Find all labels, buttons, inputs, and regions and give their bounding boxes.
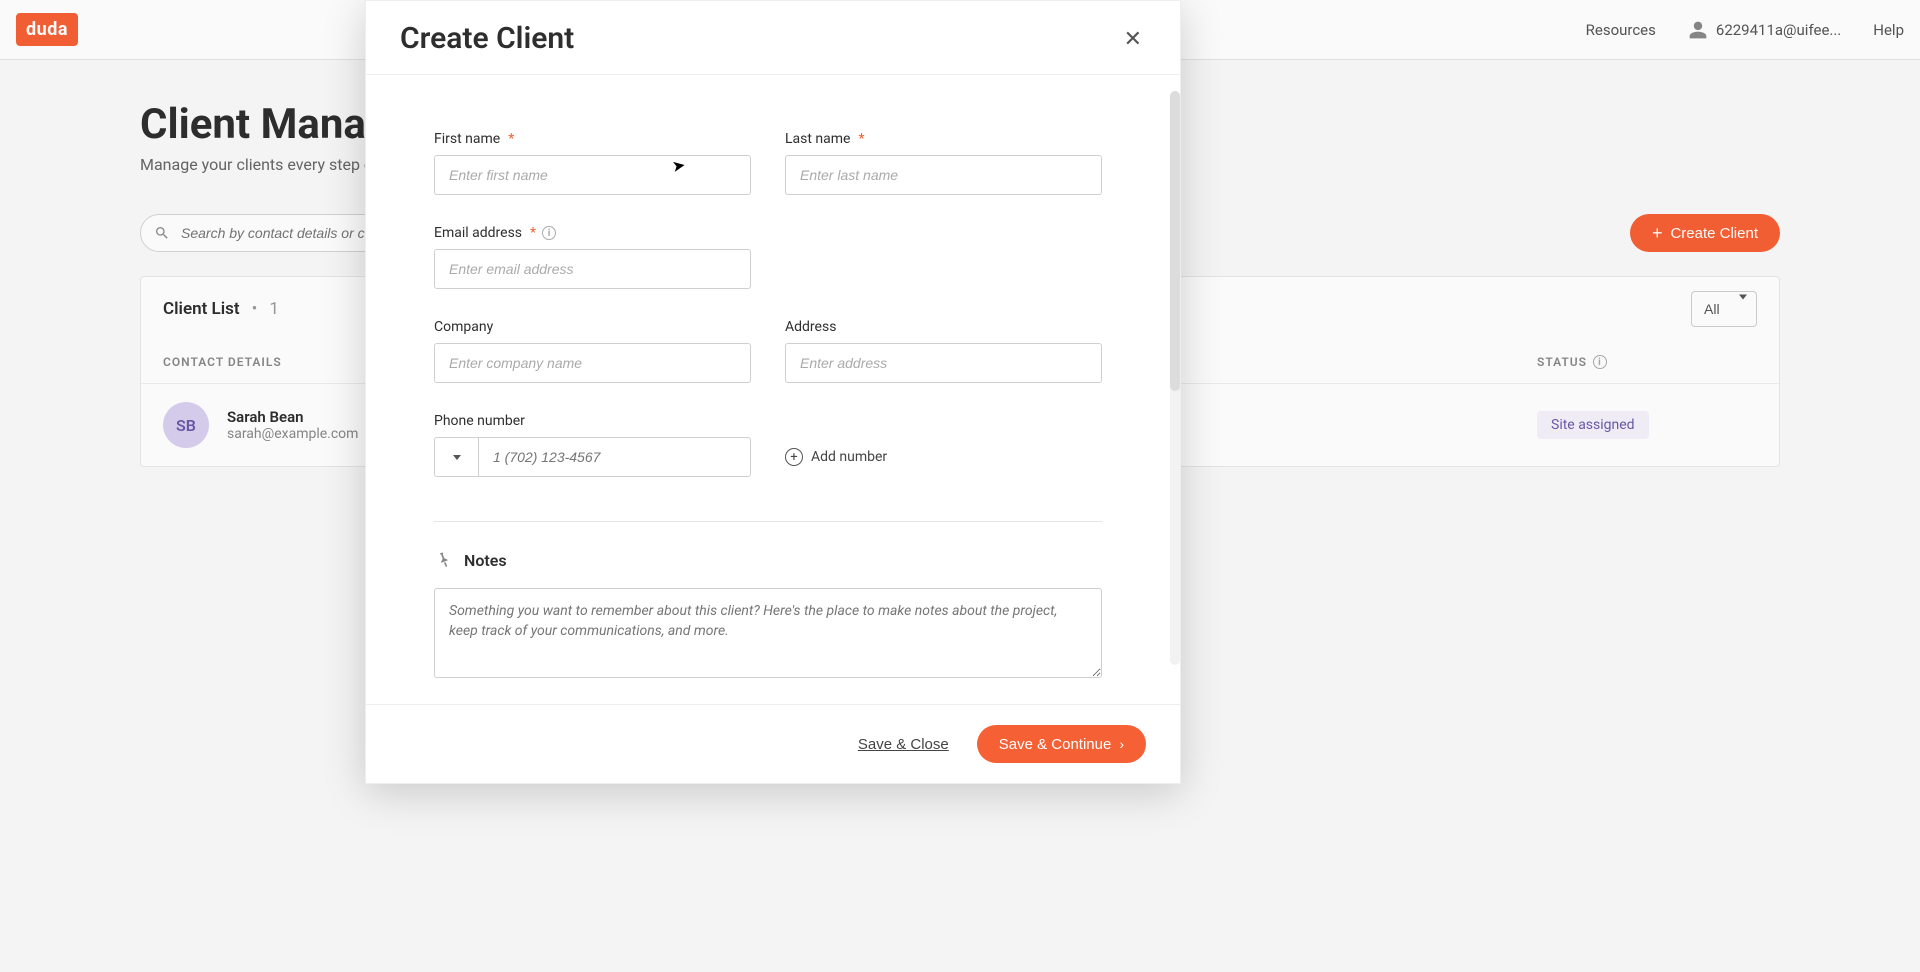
first-name-field-group: First name * xyxy=(434,131,751,195)
col-header-status: STATUS i xyxy=(1537,355,1757,369)
plus-circle-icon: + xyxy=(785,448,803,466)
company-input[interactable] xyxy=(434,343,751,383)
last-name-input[interactable] xyxy=(785,155,1102,195)
close-icon: ✕ xyxy=(1124,26,1142,51)
company-field-group: Company xyxy=(434,319,751,383)
status-filter[interactable]: All xyxy=(1691,291,1757,327)
phone-input[interactable] xyxy=(478,437,751,477)
notes-header: Notes xyxy=(434,550,1102,570)
client-list-title: Client List • 1 xyxy=(163,299,279,319)
resources-link[interactable]: Resources xyxy=(1586,21,1656,39)
logo[interactable]: duda xyxy=(16,13,78,46)
save-close-button[interactable]: Save & Close xyxy=(858,736,949,753)
contact-email: sarah@example.com xyxy=(227,426,358,442)
last-name-label: Last name * xyxy=(785,131,1102,147)
pin-icon xyxy=(431,547,457,573)
account-email: 6229411a@uifee... xyxy=(1716,21,1841,39)
modal-footer: Save & Close Save & Continue › xyxy=(366,704,1180,783)
email-input[interactable] xyxy=(434,249,751,289)
contact-name: Sarah Bean xyxy=(227,408,358,426)
avatar: SB xyxy=(163,402,209,448)
required-star: * xyxy=(530,225,536,241)
create-client-button[interactable]: + Create Client xyxy=(1630,214,1780,252)
help-link[interactable]: Help xyxy=(1873,21,1904,39)
list-count: 1 xyxy=(269,299,279,319)
user-icon xyxy=(1688,20,1708,40)
plus-icon: + xyxy=(1652,223,1663,244)
phone-field-group: Phone number xyxy=(434,413,751,477)
phone-country-selector[interactable] xyxy=(434,437,478,477)
modal-body: First name * Last name * Email address * i xyxy=(366,75,1180,704)
account-menu[interactable]: 6229411a@uifee... xyxy=(1688,20,1841,40)
save-continue-button[interactable]: Save & Continue › xyxy=(977,725,1146,763)
create-client-label: Create Client xyxy=(1670,225,1758,242)
email-label-text: Email address xyxy=(434,225,522,241)
status-badge: Site assigned xyxy=(1537,411,1649,439)
required-star: * xyxy=(508,131,514,147)
status-header-text: STATUS xyxy=(1537,355,1587,369)
save-continue-label: Save & Continue xyxy=(999,736,1112,753)
phone-label: Phone number xyxy=(434,413,751,429)
divider xyxy=(434,521,1102,522)
last-name-field-group: Last name * xyxy=(785,131,1102,195)
modal-title: Create Client xyxy=(400,21,574,56)
notes-label: Notes xyxy=(464,551,507,570)
email-label: Email address * i xyxy=(434,225,751,241)
first-name-input[interactable] xyxy=(434,155,751,195)
address-field-group: Address xyxy=(785,319,1102,383)
info-icon[interactable]: i xyxy=(1593,355,1607,369)
first-name-label-text: First name xyxy=(434,131,500,147)
chevron-right-icon: › xyxy=(1119,736,1124,752)
help-label: Help xyxy=(1873,21,1904,39)
resources-label: Resources xyxy=(1586,21,1656,39)
add-number-label: Add number xyxy=(811,449,887,465)
close-button[interactable]: ✕ xyxy=(1120,22,1146,56)
email-field-group: Email address * i xyxy=(434,225,751,289)
list-separator: • xyxy=(252,299,258,319)
first-name-label: First name * xyxy=(434,131,751,147)
notes-textarea[interactable] xyxy=(434,588,1102,678)
chevron-down-icon xyxy=(453,455,461,460)
required-star: * xyxy=(858,131,864,147)
last-name-label-text: Last name xyxy=(785,131,850,147)
add-number-button[interactable]: + Add number xyxy=(785,437,1102,477)
list-title-text: Client List xyxy=(163,299,240,319)
info-icon[interactable]: i xyxy=(542,226,556,240)
create-client-modal: Create Client ✕ First name * Last name * xyxy=(365,0,1181,784)
search-icon xyxy=(154,225,170,241)
company-label: Company xyxy=(434,319,751,335)
address-input[interactable] xyxy=(785,343,1102,383)
address-label: Address xyxy=(785,319,1102,335)
scrollbar-thumb[interactable] xyxy=(1170,91,1180,391)
